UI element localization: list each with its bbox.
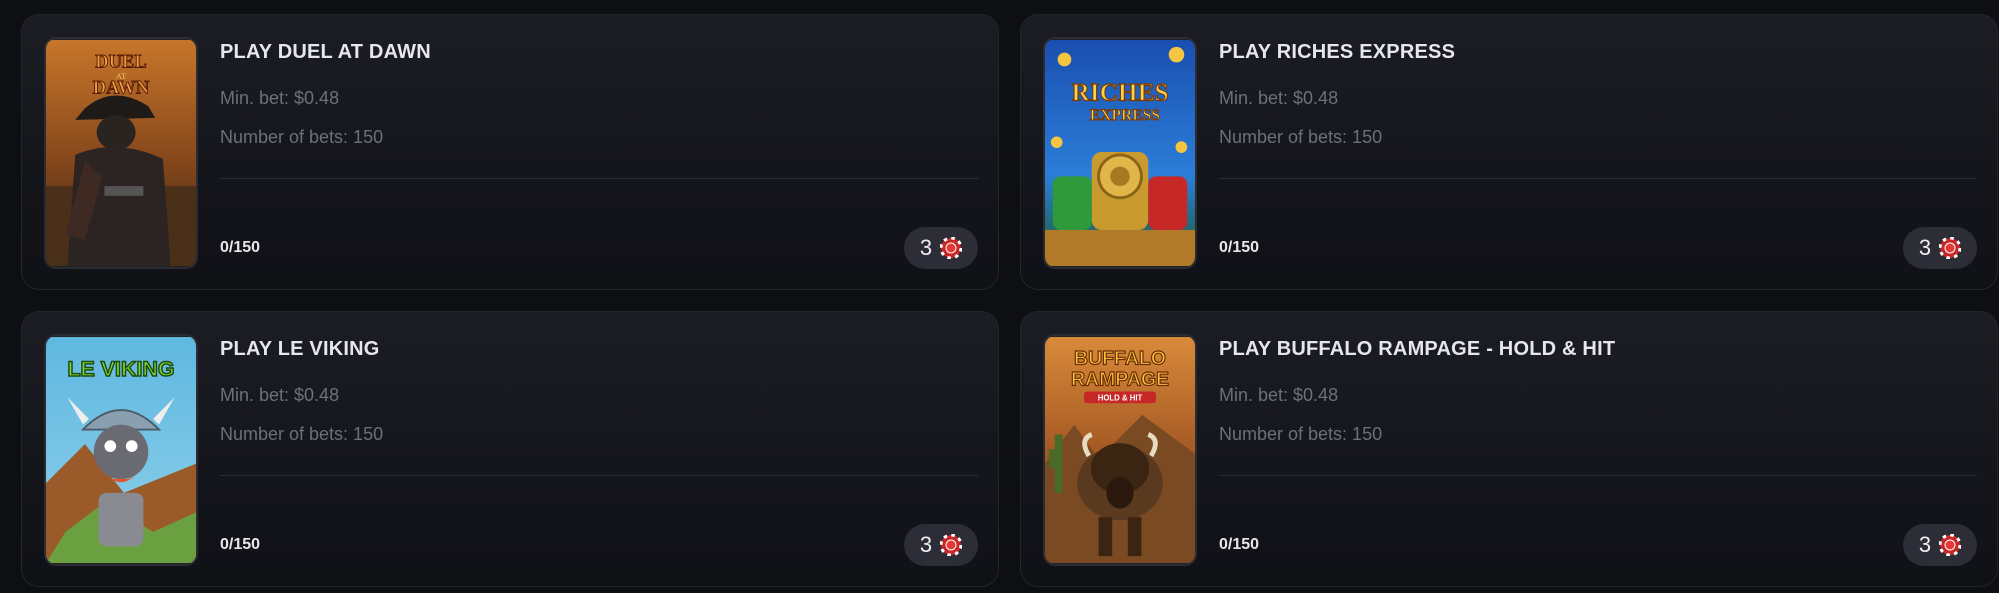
chips-badge[interactable]: 3: [1903, 227, 1977, 269]
buffalo-rampage-artwork: BUFFALO RAMPAGE HOLD & HIT: [1045, 337, 1195, 563]
min-bet-label: Min. bet: $0.48: [220, 88, 340, 108]
game-card-grid: DUEL AT DAWN PLAY DUEL AT DAWN Min. bet:…: [0, 0, 1999, 593]
riches-express-artwork: RICHES EXPRESS: [1045, 40, 1195, 266]
logo-text: HOLD & HIT: [1098, 393, 1143, 402]
number-of-bets-label: Number of bets: 150: [220, 424, 384, 444]
game-thumbnail[interactable]: BUFFALO RAMPAGE HOLD & HIT: [1043, 334, 1197, 566]
le-viking-artwork: LE VIKING: [46, 337, 196, 563]
chips-count: 3: [1918, 235, 1932, 260]
divider: [220, 475, 978, 476]
game-title: PLAY BUFFALO RAMPAGE - HOLD & HIT: [1219, 338, 1616, 360]
game-card-riches-express[interactable]: RICHES EXPRESS PLAY RICHES EXPRESS Min. …: [1020, 14, 1998, 290]
game-card-duel-at-dawn[interactable]: DUEL AT DAWN PLAY DUEL AT DAWN Min. bet:…: [21, 14, 999, 290]
number-of-bets-label: Number of bets: 150: [1219, 424, 1383, 444]
game-thumbnail[interactable]: LE VIKING: [44, 334, 198, 566]
duel-at-dawn-artwork: DUEL AT DAWN: [46, 40, 196, 266]
game-thumbnail[interactable]: DUEL AT DAWN: [44, 37, 198, 269]
game-card-le-viking[interactable]: LE VIKING PLAY LE VIKING Min. bet: $0.48…: [21, 311, 999, 587]
bet-progress: 0/150: [220, 239, 261, 256]
chips-count: 3: [919, 532, 933, 557]
poker-chip-icon: [1939, 237, 1962, 259]
number-of-bets-label: Number of bets: 150: [1219, 127, 1383, 147]
game-title: PLAY DUEL AT DAWN: [220, 41, 431, 63]
divider: [1219, 475, 1977, 476]
chips-count: 3: [1918, 532, 1932, 557]
game-title: PLAY RICHES EXPRESS: [1219, 41, 1456, 63]
game-thumbnail[interactable]: RICHES EXPRESS: [1043, 37, 1197, 269]
chips-badge[interactable]: 3: [904, 524, 978, 566]
poker-chip-icon: [940, 237, 963, 259]
chips-count: 3: [919, 235, 933, 260]
logo-text: DAWN: [93, 79, 150, 99]
chips-badge[interactable]: 3: [1903, 524, 1977, 566]
logo-text: LE VIKING: [67, 357, 174, 381]
logo-text: RICHES: [1071, 78, 1168, 106]
bet-progress: 0/150: [1219, 536, 1260, 553]
min-bet-label: Min. bet: $0.48: [1219, 385, 1339, 405]
game-card-buffalo-rampage[interactable]: BUFFALO RAMPAGE HOLD & HIT PLAY BUFFALO …: [1020, 311, 1998, 587]
number-of-bets-label: Number of bets: 150: [220, 127, 384, 147]
bet-progress: 0/150: [1219, 239, 1260, 256]
divider: [1219, 178, 1977, 179]
chips-badge[interactable]: 3: [904, 227, 978, 269]
min-bet-label: Min. bet: $0.48: [220, 385, 340, 405]
min-bet-label: Min. bet: $0.48: [1219, 88, 1339, 108]
poker-chip-icon: [940, 534, 963, 556]
logo-text: BUFFALO: [1074, 347, 1166, 369]
logo-text: DUEL: [95, 52, 146, 72]
logo-text: EXPRESS: [1090, 107, 1160, 124]
divider: [220, 178, 978, 179]
game-title: PLAY LE VIKING: [220, 338, 380, 360]
bet-progress: 0/150: [220, 536, 261, 553]
poker-chip-icon: [1939, 534, 1962, 556]
logo-text: RAMPAGE: [1071, 369, 1169, 391]
